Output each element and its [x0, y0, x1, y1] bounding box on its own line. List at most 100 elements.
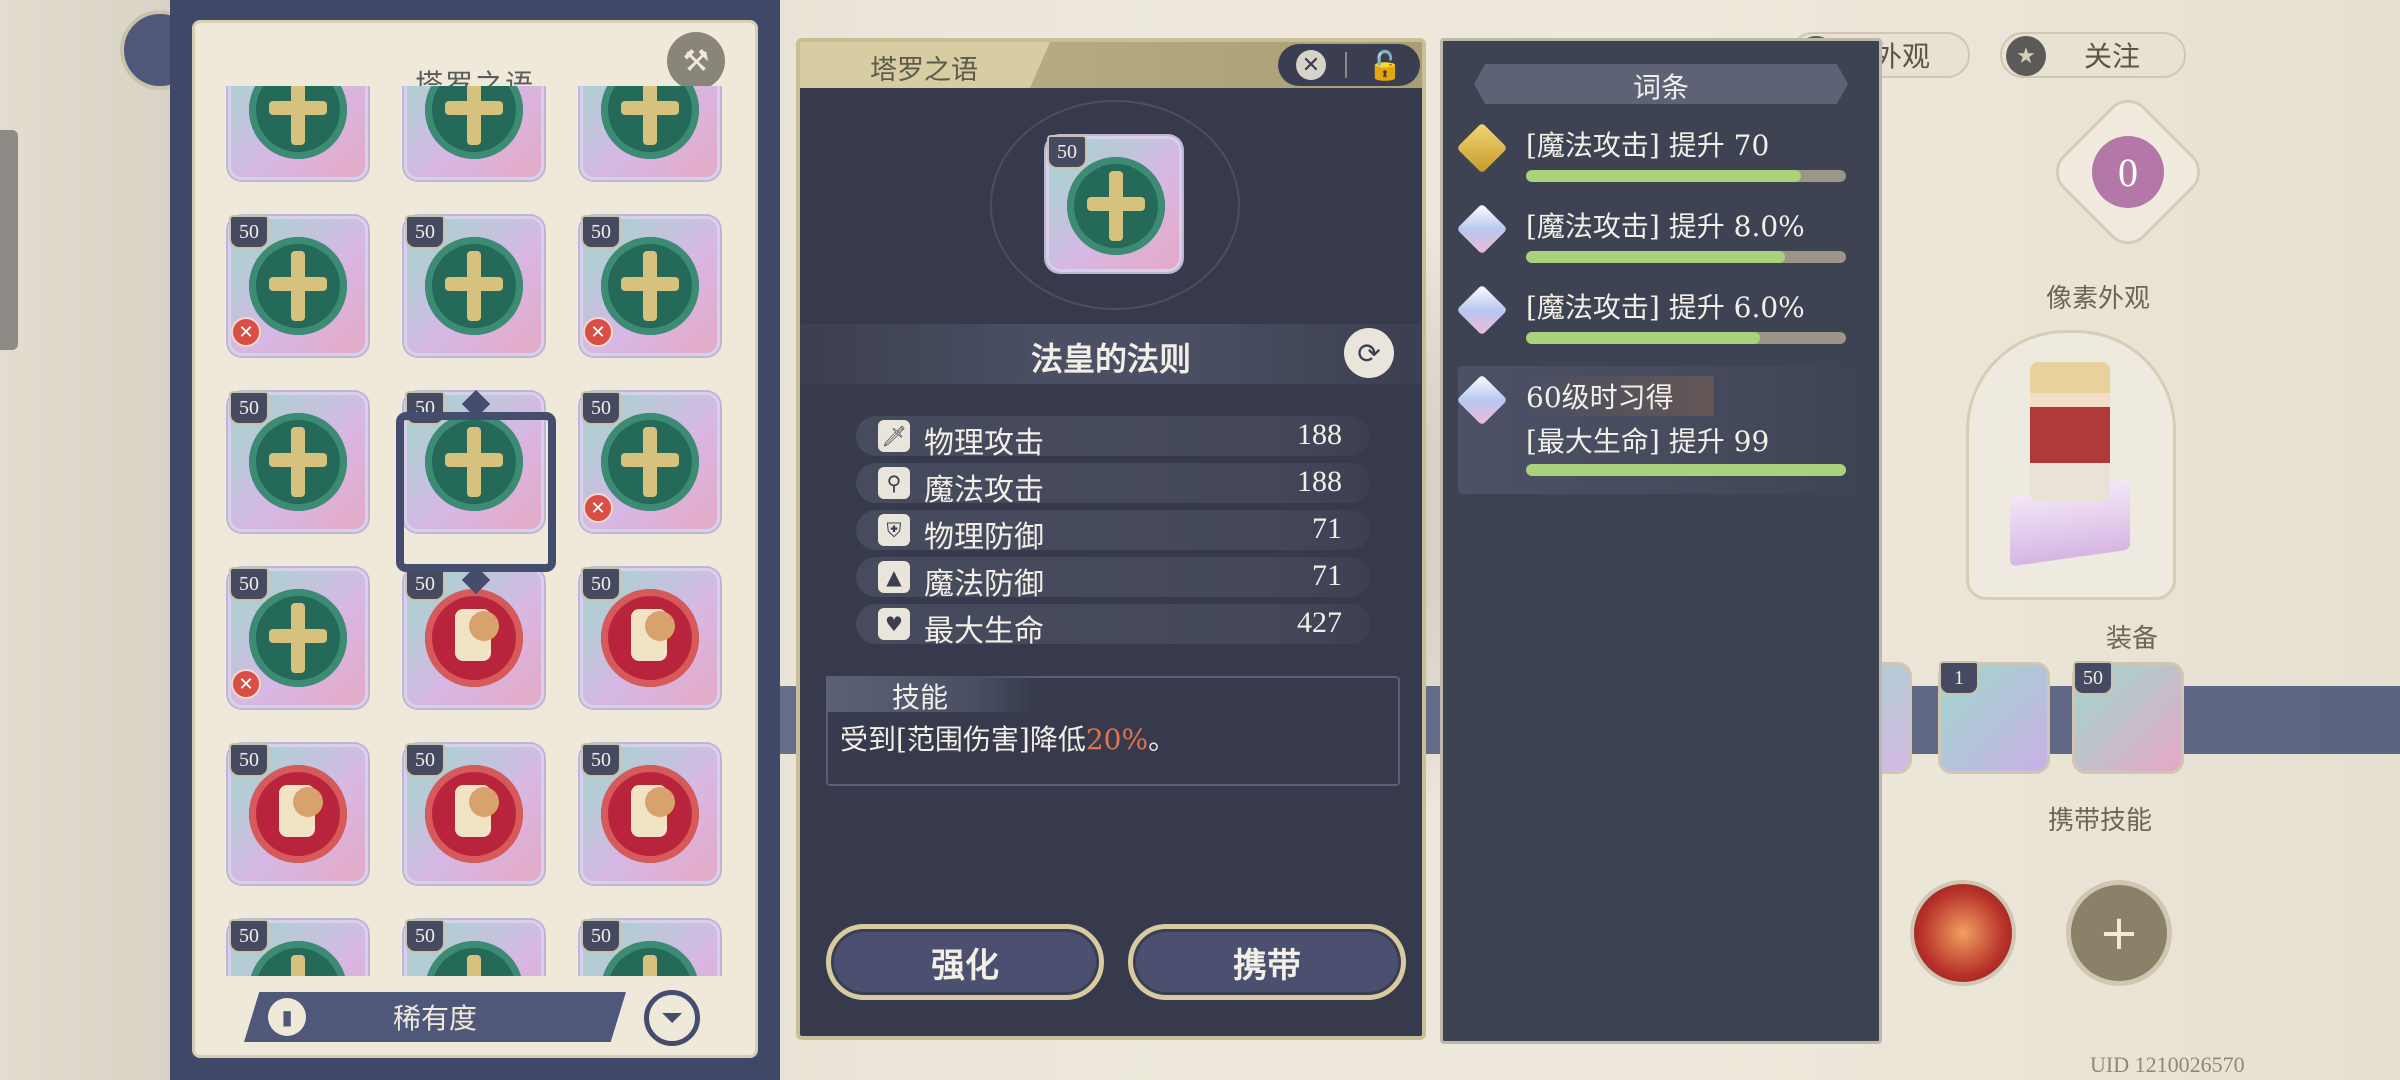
- item-level-badge: 50: [405, 215, 445, 249]
- skill-suffix: 。: [1148, 723, 1177, 756]
- equipment-label: 装备: [2106, 624, 2159, 654]
- add-skill-button[interactable]: +: [2066, 880, 2172, 986]
- item-cell[interactable]: 50: [580, 919, 720, 976]
- item-emblem: [601, 237, 699, 335]
- item-name: 法皇的法则: [1030, 340, 1191, 378]
- shield-icon: ⛨: [878, 514, 910, 546]
- item-level-badge: 50: [581, 567, 621, 601]
- item-level-badge: 50: [229, 215, 269, 249]
- equip-level-badge: 50: [2073, 661, 2113, 695]
- sort-icon: ▮: [268, 998, 306, 1036]
- hat-icon: ▲: [878, 561, 910, 593]
- stat-row: ⛨ 物理防御 71: [856, 510, 1370, 555]
- item-cell[interactable]: 50: [580, 743, 720, 884]
- substat-bar-fill: [1526, 332, 1760, 344]
- selection-frame: [396, 412, 556, 572]
- skill-label: 技能: [892, 681, 949, 714]
- item-level-badge: 50: [1047, 135, 1087, 169]
- enhance-button[interactable]: 强化: [826, 924, 1104, 1000]
- carried-skills-label: 携带技能: [2048, 806, 2153, 836]
- item-cell[interactable]: 50: [228, 391, 368, 532]
- item-cell[interactable]: 50: [404, 86, 544, 180]
- substat-panel: [1440, 38, 1882, 1044]
- broken-icon: ✕: [583, 493, 613, 523]
- stat-row: ♥ 最大生命 427: [856, 604, 1370, 649]
- item-cell[interactable]: 50 ✕: [580, 215, 720, 356]
- item-level-badge: 50: [229, 743, 269, 777]
- substat-text: [魔法攻击] 提升 6.0%: [1526, 291, 1805, 324]
- pixel-appearance-label: 像素外观: [2046, 284, 2151, 314]
- skill-highlight: 20%: [1085, 723, 1149, 756]
- skill-description: 受到[范围伤害]降低20%。: [840, 718, 1176, 758]
- item-cell[interactable]: 50: [228, 919, 368, 976]
- star-icon: ★: [2006, 36, 2046, 76]
- item-level-badge: 50: [229, 919, 269, 953]
- discard-icon[interactable]: ✕: [1296, 50, 1326, 80]
- stat-value: 188: [1297, 418, 1342, 451]
- uid-text: UID 1210026570: [2090, 1052, 2245, 1077]
- stat-label: 魔法防御: [924, 567, 1044, 602]
- unlock-icon[interactable]: 🔓: [1368, 48, 1403, 82]
- learn-bar-fill: [1526, 464, 1846, 476]
- skill-prefix: 受到[范围伤害]降低: [840, 723, 1086, 756]
- refresh-icon[interactable]: ⟳: [1344, 328, 1394, 378]
- item-emblem: [249, 765, 347, 863]
- broken-icon: ✕: [583, 317, 613, 347]
- item-level-badge: 50: [581, 743, 621, 777]
- stat-row: 🗡 物理攻击 188: [856, 416, 1370, 461]
- item-cell[interactable]: 50 ✕: [228, 215, 368, 356]
- item-cell[interactable]: 50: [228, 86, 368, 180]
- equip-slot-3[interactable]: 50: [2072, 661, 2184, 774]
- broken-icon: ✕: [231, 317, 261, 347]
- item-level-badge: 50: [229, 391, 269, 425]
- item-level-badge: 50: [405, 919, 445, 953]
- item-cell[interactable]: 50 ✕: [580, 391, 720, 532]
- stat-label: 魔法攻击: [924, 473, 1044, 508]
- item-level-badge: 50: [581, 215, 621, 249]
- substat-text: [魔法攻击] 提升 8.0%: [1526, 210, 1805, 243]
- divider: [1345, 52, 1347, 78]
- item-level-badge: 50: [581, 391, 621, 425]
- item-level-badge: 50: [581, 919, 621, 953]
- stat-value: 427: [1297, 606, 1342, 639]
- substat-bar: [1526, 332, 1846, 344]
- item-cell[interactable]: 50: [228, 743, 368, 884]
- item-cell[interactable]: 50: [404, 743, 544, 884]
- substat-bar: [1526, 251, 1846, 263]
- item-cell[interactable]: 50: [404, 919, 544, 976]
- stat-label: 最大生命: [924, 614, 1044, 649]
- equip-slot-2[interactable]: 1: [1938, 661, 2050, 774]
- item-emblem: [425, 765, 523, 863]
- learn-title: 60级时习得: [1526, 376, 1714, 416]
- item-emblem: [601, 765, 699, 863]
- item-cell[interactable]: 50: [580, 86, 720, 180]
- item-emblem: [425, 86, 523, 159]
- stat-value: 188: [1297, 465, 1342, 498]
- item-level-badge: 50: [229, 567, 269, 601]
- stat-label: 物理防御: [924, 520, 1044, 555]
- item-emblem: [425, 589, 523, 687]
- item-cell[interactable]: 50: [580, 567, 720, 708]
- carry-button[interactable]: 携带: [1128, 924, 1406, 1000]
- learn-text: [最大生命] 提升 99: [1526, 425, 1770, 458]
- item-level-badge: 50: [405, 567, 445, 601]
- stat-row: ▲ 魔法防御 71: [856, 557, 1370, 602]
- learn-bar: [1526, 464, 1846, 476]
- follow-button[interactable]: ★ 关注: [2000, 32, 2186, 78]
- filter-button[interactable]: ⏷: [644, 990, 700, 1046]
- item-emblem: [249, 589, 347, 687]
- sword-icon: 🗡: [878, 420, 910, 452]
- carried-skill-slot[interactable]: [1910, 880, 2016, 986]
- item-emblem: [1067, 157, 1165, 255]
- left-background: [0, 0, 170, 1080]
- side-handle[interactable]: [0, 130, 18, 350]
- item-emblem: [249, 413, 347, 511]
- substat-bar-fill: [1526, 251, 1786, 263]
- broken-icon: ✕: [231, 669, 261, 699]
- stat-label: 物理攻击: [924, 426, 1044, 461]
- item-cell[interactable]: 50: [404, 215, 544, 356]
- item-emblem: [601, 86, 699, 159]
- item-cell[interactable]: 50 ✕: [228, 567, 368, 708]
- item-emblem: [601, 589, 699, 687]
- hammer-icon[interactable]: ⚒: [667, 32, 725, 90]
